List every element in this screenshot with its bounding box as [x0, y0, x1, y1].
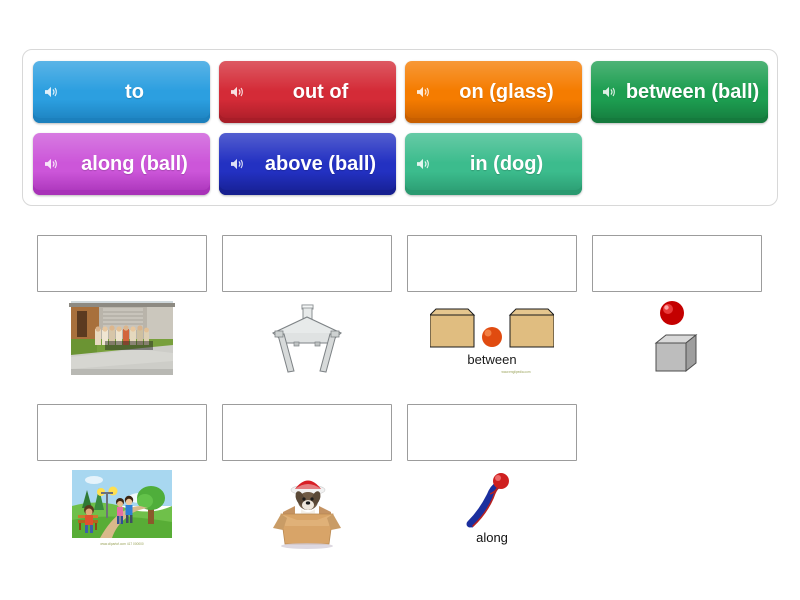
- answer-cell-7: along: [407, 404, 577, 545]
- dropzone-1[interactable]: [37, 235, 207, 292]
- word-bank-row-1: to out of on (glass) between (ball): [33, 61, 768, 123]
- speaker-icon: [231, 86, 243, 98]
- word-tile-to[interactable]: to: [33, 61, 210, 123]
- answer-cell-2: [222, 235, 392, 381]
- word-bank-panel: to out of on (glass) between (ball) alon…: [22, 49, 778, 206]
- word-tile-above-ball[interactable]: above (ball): [219, 133, 396, 195]
- word-tile-label: above (ball): [264, 152, 377, 175]
- answer-cell-4: [592, 235, 762, 381]
- answer-cell-1: [37, 235, 207, 381]
- answer-cell-6: [222, 404, 392, 550]
- speaker-icon: [45, 86, 57, 98]
- word-tile-label: to: [125, 80, 144, 103]
- answer-cell-5: www.clipartof.com 417 000000: [37, 404, 207, 550]
- thumb-children-walking-along-park-path: www.clipartof.com 417 000000: [37, 468, 207, 550]
- speaker-icon: [417, 158, 429, 170]
- word-tile-out-of[interactable]: out of: [219, 61, 396, 123]
- image-watermark: www.englipedia.com: [501, 370, 530, 374]
- dropzone-5[interactable]: [37, 404, 207, 461]
- speaker-icon: [603, 86, 615, 98]
- answer-cell-3: between www.englipedia.com: [407, 235, 577, 381]
- speaker-icon: [231, 158, 243, 170]
- thumb-ball-between-two-boxes: between www.englipedia.com: [407, 299, 577, 381]
- thumb-dog-in-cardboard-box: [222, 468, 392, 550]
- word-tile-label: out of: [292, 80, 349, 103]
- speaker-icon: [417, 86, 429, 98]
- word-tile-along-ball[interactable]: along (ball): [33, 133, 210, 195]
- word-tile-in-dog[interactable]: in (dog): [405, 133, 582, 195]
- word-tile-label: in (dog): [469, 152, 544, 175]
- word-tile-label: between (ball): [625, 80, 760, 103]
- word-tile-label: along (ball): [81, 152, 188, 175]
- thumb-red-ball-above-gray-cube: [592, 299, 762, 381]
- image-watermark: www.clipartof.com 417 000000: [100, 542, 144, 546]
- thumb-photo-group-of-people-in-front-of-building: [37, 299, 207, 381]
- dropzone-3[interactable]: [407, 235, 577, 292]
- image-caption-between: between: [467, 352, 516, 367]
- word-bank-row-2: along (ball) above (ball) in (dog): [33, 133, 768, 195]
- word-tile-label: on (glass): [459, 80, 554, 103]
- speaker-icon: [45, 158, 57, 170]
- word-tile-between-ball[interactable]: between (ball): [591, 61, 768, 123]
- word-tile-on-glass[interactable]: on (glass): [405, 61, 582, 123]
- dropzone-2[interactable]: [222, 235, 392, 292]
- image-caption-along: along: [476, 530, 508, 545]
- thumb-glass-table-with-glass-on-top: [222, 299, 392, 381]
- dropzone-6[interactable]: [222, 404, 392, 461]
- dropzone-4[interactable]: [592, 235, 762, 292]
- dropzone-7[interactable]: [407, 404, 577, 461]
- activity-root: to out of on (glass) between (ball) alon…: [0, 0, 800, 600]
